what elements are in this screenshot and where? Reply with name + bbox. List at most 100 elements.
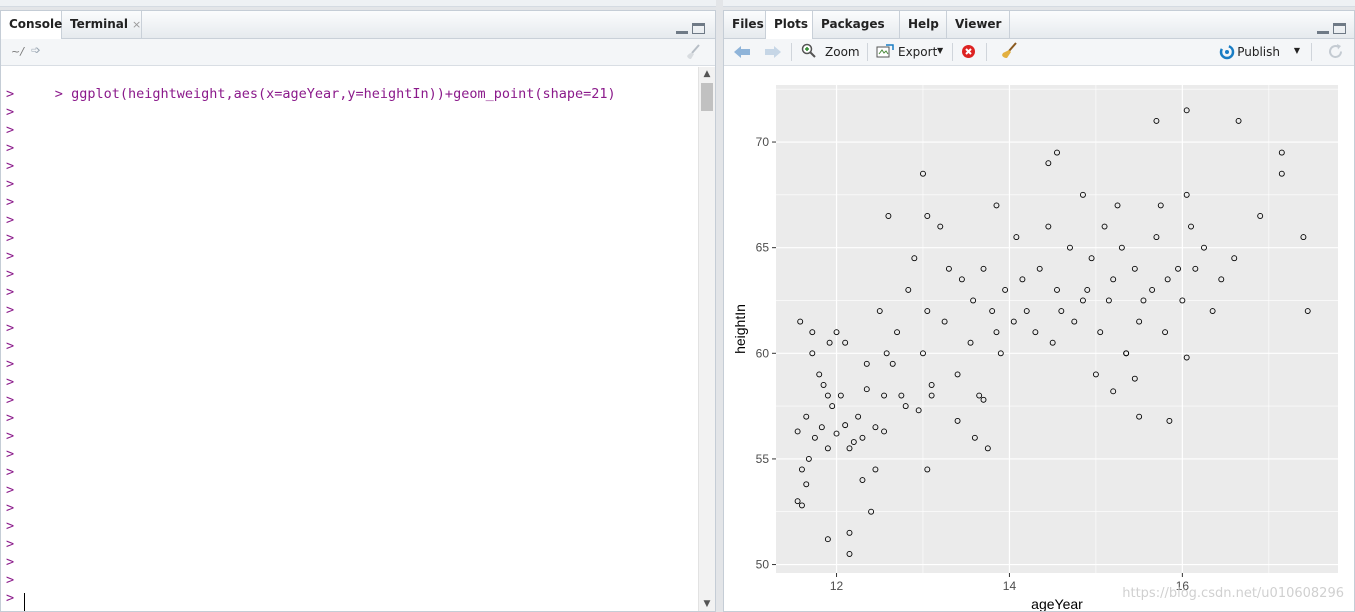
console-empty-prompt: > — [6, 536, 15, 552]
remove-plot-icon[interactable] — [961, 44, 976, 59]
scatter-chart: 505560657012 14 16ageYearheightIn — [732, 85, 1338, 611]
toolbar-separator — [1311, 43, 1312, 61]
console-empty-prompt: > — [6, 428, 15, 444]
plots-toolbar: Zoom Export ▼ Publish ▼ — [724, 39, 1354, 66]
zoom-icon[interactable] — [801, 43, 817, 59]
tab-help-label: Help — [908, 17, 939, 31]
x-tick-label: 12 — [830, 579, 844, 593]
top-strip-right — [723, 0, 1355, 7]
console-empty-prompt: > — [6, 122, 15, 138]
toolbar-separator — [791, 43, 792, 61]
x-axis-label: ageYear — [1031, 596, 1083, 611]
console-empty-prompt: > — [6, 410, 15, 426]
plots-pane: Files Plots Packages Help Viewer Zoom Ex… — [723, 10, 1355, 612]
scrollbar-thumb[interactable] — [701, 83, 713, 111]
publish-icon[interactable] — [1218, 44, 1236, 60]
minimize-icon[interactable] — [1317, 23, 1330, 34]
console-empty-prompt: > — [6, 356, 15, 372]
tab-plots[interactable]: Plots — [766, 11, 813, 39]
console-empty-prompt: > — [6, 284, 15, 300]
y-tick-label: 50 — [756, 558, 770, 572]
console-empty-prompt: > — [6, 140, 15, 156]
console-window-controls — [673, 19, 705, 34]
console-empty-prompt: > — [6, 500, 15, 516]
console-empty-prompt: > — [6, 194, 15, 210]
back-arrow-icon[interactable] — [733, 45, 751, 59]
console-empty-prompt: > — [6, 572, 15, 588]
tab-console-label: Console — [9, 17, 63, 31]
y-tick-label: 65 — [756, 241, 770, 255]
tab-viewer[interactable]: Viewer — [947, 11, 1010, 38]
y-tick-label: 60 — [756, 346, 770, 360]
tab-plots-label: Plots — [774, 17, 809, 31]
console-empty-prompt: > — [6, 392, 15, 408]
y-axis-label: heightIn — [732, 304, 748, 354]
console-scrollbar[interactable]: ▲ ▼ — [698, 67, 715, 611]
x-tick-label: 14 — [1003, 579, 1017, 593]
console-command-line: > ggplot(heightweight,aes(x=ageYear,y=he… — [6, 67, 616, 102]
tab-help[interactable]: Help — [900, 11, 947, 38]
toolbar-separator — [952, 43, 953, 61]
plot-canvas: 50 55 60 65 70 12 14 16 ageYear heightIn https://… — [724, 67, 1354, 611]
plots-tabbar: Files Plots Packages Help Viewer — [724, 11, 1354, 39]
console-empty-prompt: > — [6, 320, 15, 336]
tab-files[interactable]: Files — [724, 11, 766, 38]
forward-arrow-icon[interactable] — [764, 45, 782, 59]
export-button[interactable]: Export — [898, 45, 937, 59]
console-empty-prompt: > — [6, 464, 15, 480]
plot-panel — [776, 85, 1338, 573]
go-to-directory-icon[interactable]: ➩ — [31, 43, 41, 57]
plots-window-controls — [1314, 19, 1346, 34]
y-tick-label: 70 — [756, 135, 770, 149]
tab-terminal-label: Terminal — [70, 17, 129, 31]
clear-console-icon[interactable] — [685, 44, 703, 60]
console-empty-prompt: > — [6, 302, 15, 318]
console-caret — [24, 593, 25, 611]
refresh-icon[interactable] — [1327, 43, 1344, 60]
chevron-down-icon[interactable]: ▼ — [937, 46, 943, 55]
maximize-icon[interactable] — [1333, 23, 1346, 34]
console-tabbar: Console Terminal × — [1, 11, 715, 39]
publish-button[interactable]: Publish — [1237, 45, 1280, 59]
working-directory-path: ~/ — [11, 45, 24, 58]
console-empty-prompt: > — [6, 212, 15, 228]
console-empty-prompt: > — [6, 230, 15, 246]
console-toolbar: ~/ ➩ — [1, 39, 715, 66]
console-empty-prompt: > — [6, 176, 15, 192]
scroll-up-icon[interactable]: ▲ — [699, 67, 715, 81]
console-empty-prompt: > — [6, 158, 15, 174]
tab-packages-label: Packages — [821, 17, 885, 31]
tab-terminal[interactable]: Terminal × — [62, 11, 142, 38]
broom-icon[interactable] — [1000, 42, 1018, 60]
tab-viewer-label: Viewer — [955, 17, 1002, 31]
top-strip-left — [0, 0, 716, 7]
console-command: ggplot(heightweight,aes(x=ageYear,y=heig… — [71, 86, 616, 102]
y-tick-label: 55 — [756, 452, 770, 466]
console-empty-prompt: > — [6, 266, 15, 282]
console-empty-prompt: > — [6, 248, 15, 264]
tab-files-label: Files — [732, 17, 764, 31]
console-prompt: > — [54, 86, 63, 102]
zoom-button[interactable]: Zoom — [825, 45, 860, 59]
export-icon[interactable] — [876, 44, 894, 59]
console-empty-prompt: > — [6, 518, 15, 534]
console-empty-prompt: > — [6, 104, 15, 120]
minimize-icon[interactable] — [676, 23, 689, 34]
close-icon[interactable]: × — [132, 18, 141, 31]
console-empty-prompt: > — [6, 554, 15, 570]
console-empty-prompt: > — [6, 590, 15, 606]
console-empty-prompt: > — [6, 338, 15, 354]
maximize-icon[interactable] — [692, 23, 705, 34]
toolbar-separator — [867, 43, 868, 61]
tab-packages[interactable]: Packages — [813, 11, 900, 38]
chevron-down-icon[interactable]: ▼ — [1294, 46, 1300, 55]
tab-console[interactable]: Console — [1, 11, 62, 39]
console-empty-prompt: > — [6, 374, 15, 390]
watermark: https://blog.csdn.net/u010608296 — [1122, 586, 1344, 601]
scroll-down-icon[interactable]: ▼ — [699, 597, 715, 611]
toolbar-separator — [986, 43, 987, 61]
console-output[interactable]: > ggplot(heightweight,aes(x=ageYear,y=he… — [1, 67, 699, 611]
console-empty-prompt: > — [6, 446, 15, 462]
console-empty-prompt: > — [6, 482, 15, 498]
console-pane: Console Terminal × ~/ ➩ > ggplot(heightwe… — [0, 10, 716, 612]
